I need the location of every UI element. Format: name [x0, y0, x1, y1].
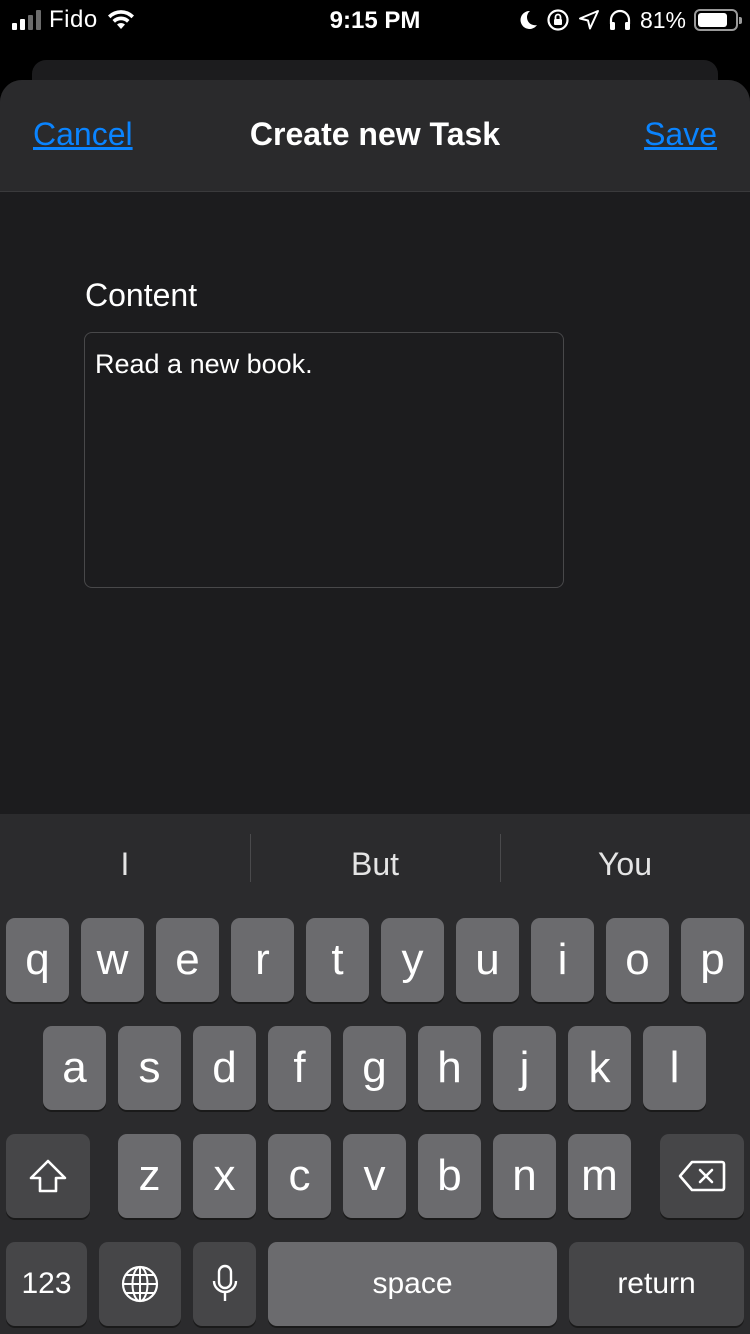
save-button[interactable]: Save [644, 116, 717, 153]
key-m[interactable]: m [568, 1134, 631, 1218]
key-r[interactable]: r [231, 918, 294, 1002]
key-e[interactable]: e [156, 918, 219, 1002]
key-i[interactable]: i [531, 918, 594, 1002]
headphones-icon [609, 9, 631, 30]
shift-key[interactable] [6, 1134, 90, 1218]
location-icon [578, 10, 599, 30]
page-title: Create new Task [249, 116, 501, 152]
microphone-key[interactable] [193, 1242, 256, 1326]
key-l[interactable]: l [643, 1026, 706, 1110]
suggestion-bar: I But You [0, 814, 750, 914]
key-o[interactable]: o [606, 918, 669, 1002]
status-right: 81% [518, 6, 742, 34]
key-p[interactable]: p [681, 918, 744, 1002]
suggestion-item[interactable]: You [500, 814, 750, 914]
content-label: Content [85, 277, 198, 313]
rotation-lock-icon [547, 9, 569, 31]
microphone-icon [212, 1264, 237, 1301]
key-g[interactable]: g [343, 1026, 406, 1110]
key-c[interactable]: c [268, 1134, 331, 1218]
content-textarea[interactable]: Read a new book. [84, 332, 564, 588]
status-bar: Fido 9:15 PM 81% [0, 0, 750, 40]
key-j[interactable]: j [493, 1026, 556, 1110]
key-b[interactable]: b [418, 1134, 481, 1218]
navigation-bar: Cancel Create new Task Save [0, 80, 750, 192]
suggestion-item[interactable]: But [250, 814, 500, 914]
key-w[interactable]: w [81, 918, 144, 1002]
key-a[interactable]: a [43, 1026, 106, 1110]
key-k[interactable]: k [568, 1026, 631, 1110]
moon-icon [520, 10, 537, 29]
globe-key[interactable] [99, 1242, 181, 1326]
battery-percent: 81% [639, 6, 686, 33]
key-t[interactable]: t [306, 918, 369, 1002]
shift-icon [29, 1159, 67, 1193]
key-z[interactable]: z [118, 1134, 181, 1218]
key-d[interactable]: d [193, 1026, 256, 1110]
suggestion-item[interactable]: I [0, 814, 250, 914]
battery-icon [694, 9, 742, 31]
backspace-key[interactable] [660, 1134, 744, 1218]
key-q[interactable]: q [6, 918, 69, 1002]
battery-fill [698, 13, 728, 27]
keyboard: I But You q w e r t y u i o p a s d f g … [0, 814, 750, 1334]
globe-icon [121, 1265, 159, 1303]
key-v[interactable]: v [343, 1134, 406, 1218]
key-x[interactable]: x [193, 1134, 256, 1218]
key-y[interactable]: y [381, 918, 444, 1002]
key-u[interactable]: u [456, 918, 519, 1002]
return-key[interactable]: return [569, 1242, 744, 1326]
key-s[interactable]: s [118, 1026, 181, 1110]
space-key[interactable]: space [268, 1242, 557, 1326]
backspace-icon [678, 1160, 726, 1192]
numbers-key[interactable]: 123 [6, 1242, 87, 1326]
key-f[interactable]: f [268, 1026, 331, 1110]
key-h[interactable]: h [418, 1026, 481, 1110]
key-n[interactable]: n [493, 1134, 556, 1218]
